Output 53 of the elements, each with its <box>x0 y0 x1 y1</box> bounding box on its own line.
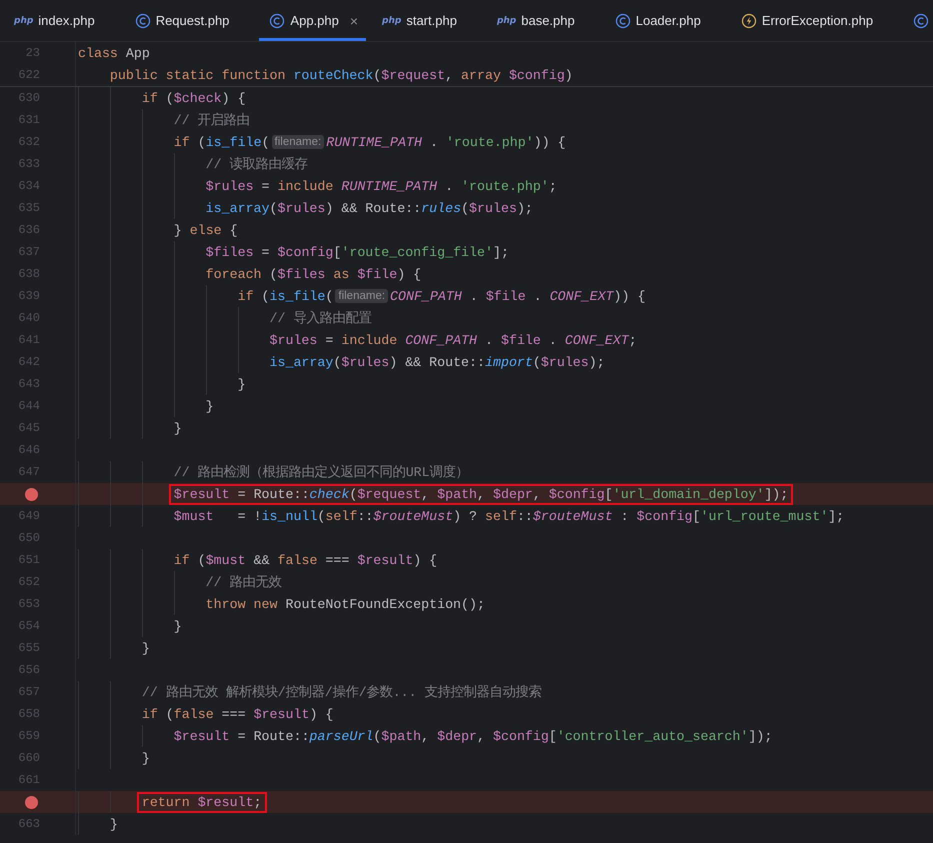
code-text: $result = Route::parseUrl($path, $depr, $config['controller_auto_search']); <box>174 728 772 744</box>
code-text: is_array($rules) && Route::import($rules); <box>270 354 605 370</box>
file-tab[interactable]: php start.php <box>380 0 491 41</box>
code-text: $result = Route::check($request, $path, $depr, $config['url_domain_deploy']); <box>174 486 788 502</box>
code-text: } <box>142 750 150 766</box>
php-file-icon: php <box>382 16 402 26</box>
code-text: $must = !is_null(self::$routeMust) ? self::$routeMust : $config['url_route_must']; <box>174 508 844 524</box>
code-text: } <box>142 640 150 656</box>
code-text: } <box>110 816 118 832</box>
code-text: if ($must && false === $result) { <box>174 552 438 568</box>
lightning-icon <box>740 12 757 28</box>
code-text: $files = $config['route_config_file']; <box>206 244 509 260</box>
code-text: if ($check) { <box>142 90 246 106</box>
php-file-icon: php <box>496 16 516 26</box>
code-text: return $result; <box>142 794 262 810</box>
file-tab[interactable]: php base.php <box>494 0 609 41</box>
code-text: } <box>174 420 182 436</box>
code-text: is_array($rules) && Route::rules($rules); <box>206 200 533 216</box>
file-tab[interactable]: Loader.php <box>612 0 735 41</box>
code-text: // 开启路由 <box>174 112 250 129</box>
code-text: if (is_file( <box>238 288 334 304</box>
code-text: public static function routeCheck($request, array $config) <box>110 68 573 82</box>
parameter-hint: filename: <box>272 135 324 149</box>
breakpoint-icon[interactable] <box>25 796 38 808</box>
code-text: // 读取路由缓存 <box>206 156 308 173</box>
php-file-icon: php <box>14 16 34 26</box>
code-text: $rules = include CONF_PATH . $file . CONF_EXT; <box>270 332 637 348</box>
code-text: CONF_PATH . $file . CONF_EXT)) { <box>390 288 646 304</box>
code-text: } <box>238 376 246 392</box>
class-icon <box>913 12 930 28</box>
code-text: if (is_file( <box>174 134 270 150</box>
class-icon <box>269 12 286 28</box>
code-text: foreach ($files as $file) { <box>206 266 422 282</box>
class-icon <box>134 12 151 28</box>
code-text: if (false === $result) { <box>142 706 334 722</box>
code-text: $rules = include RUNTIME_PATH . 'route.php'; <box>206 178 557 194</box>
file-tab[interactable]: php index.php <box>12 0 129 41</box>
code-text: // 路由无效 <box>206 574 282 591</box>
code-text: // 导入路由配置 <box>270 310 372 327</box>
code-text: } <box>174 618 182 634</box>
code-text: } <box>206 398 214 414</box>
code-text: // 路由检测（根据路由定义返回不同的URL调度） <box>174 464 469 481</box>
code-text: // 路由无效 解析模块/控制器/操作/参数... 支持控制器自动搜索 <box>142 684 542 701</box>
class-icon <box>614 12 631 28</box>
code-text: RUNTIME_PATH . 'route.php')) { <box>326 134 566 150</box>
close-button[interactable]: × <box>350 12 358 28</box>
file-tab[interactable]: ErrorException.php <box>738 0 908 41</box>
code-text: class App <box>78 46 150 60</box>
breakpoint-icon[interactable] <box>25 488 38 500</box>
parameter-hint: filename: <box>335 289 388 303</box>
code-text: } else { <box>174 222 238 238</box>
code-text: throw new RouteNotFoundException(); <box>206 596 485 612</box>
file-tab[interactable]: App.php × <box>259 0 366 41</box>
